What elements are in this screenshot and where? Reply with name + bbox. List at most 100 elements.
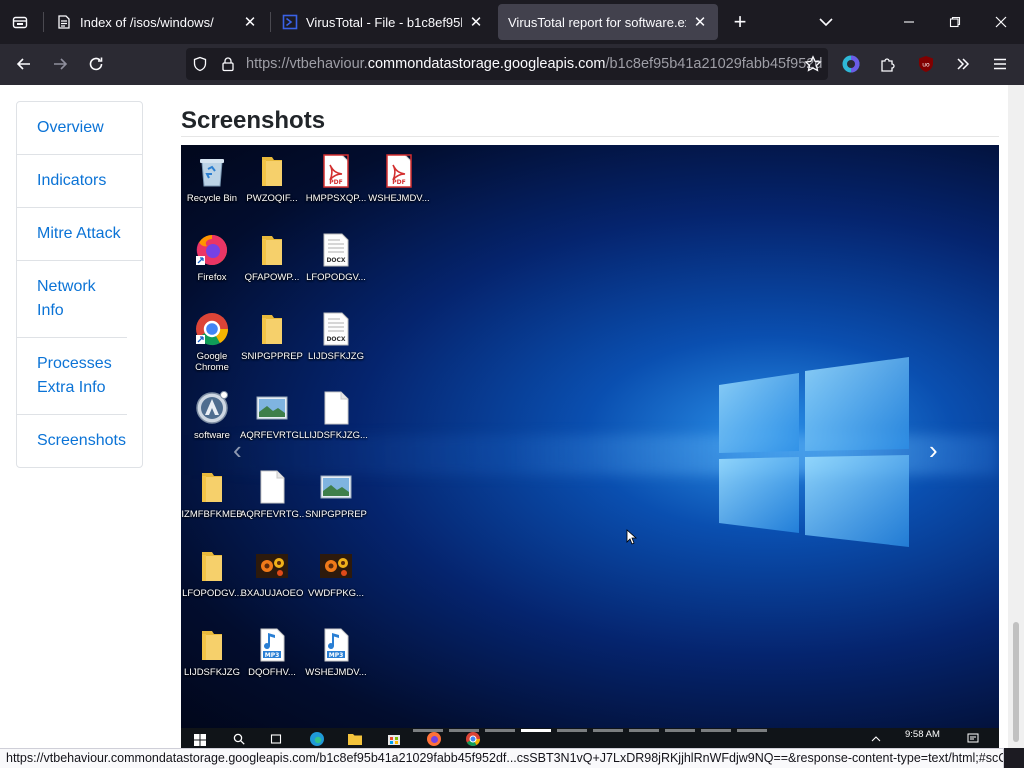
carousel-indicator[interactable]: [629, 729, 659, 732]
chrome-taskbar-icon: [466, 732, 480, 746]
desktop-icon[interactable]: IZMFBFKMEB: [181, 463, 244, 537]
desktop-icon[interactable]: MP3 DQOFHV...: [240, 621, 304, 695]
carousel-indicator[interactable]: [737, 729, 767, 732]
blank-icon: [318, 390, 354, 426]
desktop-icon[interactable]: LIJDSFKJZG: [181, 621, 244, 695]
firefox-icon: [194, 232, 230, 268]
firefox-account-button[interactable]: [836, 50, 866, 78]
carousel-indicator[interactable]: [557, 729, 587, 732]
scrollbar-thumb[interactable]: [1013, 622, 1019, 742]
carousel-indicator[interactable]: [521, 729, 551, 732]
address-bar[interactable]: https://vtbehaviour.commondatastorage.go…: [186, 48, 828, 80]
desktop-icon[interactable]: BXAJUJAOEO: [240, 542, 304, 616]
forward-button[interactable]: [45, 50, 75, 78]
tab-virustotal-report[interactable]: VirusTotal report for software.exe ✕: [498, 4, 718, 40]
mouse-cursor-icon: [626, 529, 638, 545]
carousel-indicators: [413, 729, 767, 732]
desktop-icon[interactable]: Recycle Bin: [181, 147, 244, 221]
tray-chevron-up-icon: [871, 736, 881, 742]
close-icon: [995, 16, 1007, 28]
url-path: /b1c8ef95b41a21029fabb45f952d: [605, 56, 823, 72]
recycle-icon: [194, 153, 230, 189]
desktop-icon-label: VWDFPKG...: [308, 588, 364, 599]
desktop-icon-label: LIJDSFKJZG: [308, 351, 364, 362]
bookmark-star-button[interactable]: [798, 50, 828, 78]
image-icon: [318, 469, 354, 505]
carousel-indicator[interactable]: [449, 729, 479, 732]
edge-icon: [310, 732, 324, 746]
minimize-button[interactable]: [886, 0, 932, 44]
lock-icon[interactable]: [214, 48, 242, 80]
taskbar-clock: 9:58 AM: [905, 729, 940, 740]
application-menu-button[interactable]: [985, 50, 1015, 78]
list-all-tabs-button[interactable]: [814, 10, 838, 34]
chevron-left-icon: ‹: [233, 435, 242, 465]
new-tab-button[interactable]: +: [728, 8, 752, 36]
sidebar-item-mitre-attack[interactable]: Mitre Attack: [17, 208, 142, 261]
desktop-icon[interactable]: SNIPGPPREP: [240, 305, 304, 379]
chevron-right-icon: ›: [929, 435, 938, 465]
desktop-icon[interactable]: MP3 WSHEJMDV...: [304, 621, 368, 695]
url-text[interactable]: https://vtbehaviour.commondatastorage.go…: [246, 56, 828, 72]
ublock-origin-button[interactable]: uo: [911, 50, 941, 78]
close-tab-icon[interactable]: ✕: [692, 13, 708, 31]
desktop-icon[interactable]: VWDFPKG...: [304, 542, 368, 616]
desktop-icon[interactable]: LFOPODGV...: [181, 542, 244, 616]
carousel-indicator[interactable]: [701, 729, 731, 732]
desktop-icon-label: QFAPOWP...: [244, 272, 300, 283]
restore-button[interactable]: [932, 0, 978, 44]
close-tab-icon[interactable]: ✕: [242, 13, 258, 31]
desktop-icon[interactable]: PWZOQIF...: [240, 147, 304, 221]
extensions-button[interactable]: [873, 50, 903, 78]
sidebar-item-screenshots[interactable]: Screenshots: [17, 415, 142, 467]
screenshot-carousel[interactable]: Recycle Bin PWZOQIF... PDF HMPPSXQP... PDF WS…: [181, 145, 999, 748]
pdf-icon: PDF: [381, 153, 417, 189]
close-tab-icon[interactable]: ✕: [468, 13, 484, 31]
tab-title: VirusTotal report for software.exe: [508, 14, 686, 30]
close-window-button[interactable]: [978, 0, 1024, 44]
pdf-icon: PDF: [318, 153, 354, 189]
desktop-icon[interactable]: LIJDSFKJZG...: [304, 384, 368, 458]
firefox-view-button[interactable]: [0, 0, 40, 44]
desktop-icon[interactable]: SNIPGPPREP: [304, 463, 368, 537]
desktop-icon[interactable]: PDF HMPPSXQP...: [304, 147, 368, 221]
carousel-prev-button[interactable]: ‹: [233, 437, 242, 463]
section-title: Screenshots: [181, 107, 326, 134]
sidebar-item-indicators[interactable]: Indicators: [17, 155, 142, 208]
reload-button[interactable]: [81, 50, 111, 78]
desktop-icon[interactable]: Firefox: [181, 226, 244, 300]
sidebar-item-network-info[interactable]: Network Info: [17, 261, 127, 338]
page-scrollbar[interactable]: [1008, 85, 1024, 748]
store-icon: [388, 735, 400, 745]
tab-index-isos[interactable]: Index of /isos/windows/ ✕: [46, 4, 268, 40]
sidebar-item-overview[interactable]: Overview: [17, 102, 142, 155]
docx-icon: DOCX: [318, 232, 354, 268]
carousel-indicator[interactable]: [413, 729, 443, 732]
desktop-icon-label: Google Chrome: [195, 351, 229, 373]
desktop-icon[interactable]: AQRFEVRTG...: [240, 463, 304, 537]
navigation-toolbar: https://vtbehaviour.commondatastorage.go…: [0, 44, 1024, 85]
firefox-view-icon: [12, 16, 28, 29]
carousel-next-button[interactable]: ›: [929, 437, 938, 463]
desktop-icon[interactable]: DOCX LIJDSFKJZG: [304, 305, 368, 379]
desktop-icon-label: PWZOQIF...: [246, 193, 298, 204]
flower-icon: [254, 548, 290, 584]
tracking-protection-shield-icon[interactable]: [186, 48, 214, 80]
desktop-icon[interactable]: Google Chrome: [181, 305, 244, 379]
desktop-icon-label: WSHEJMDV...: [368, 193, 430, 204]
more-tools-button[interactable]: [948, 50, 978, 78]
desktop-icon[interactable]: DOCX LFOPODGV...: [304, 226, 368, 300]
carousel-indicator[interactable]: [485, 729, 515, 732]
app-icon: [194, 390, 230, 426]
desktop-icon[interactable]: PDF WSHEJMDV...: [367, 147, 431, 221]
tab-virustotal-file[interactable]: VirusTotal - File - b1c8ef95b41a ✕: [272, 4, 494, 40]
desktop-icon[interactable]: AQRFEVRTGL: [240, 384, 304, 458]
folder-icon: [254, 153, 290, 189]
carousel-indicator[interactable]: [665, 729, 695, 732]
mp3-icon: MP3: [254, 627, 290, 663]
svg-text:PDF: PDF: [392, 179, 405, 186]
sidebar-item-processes-extra-info[interactable]: Processes Extra Info: [17, 338, 127, 415]
back-button[interactable]: [9, 50, 39, 78]
carousel-indicator[interactable]: [593, 729, 623, 732]
desktop-icon[interactable]: QFAPOWP...: [240, 226, 304, 300]
